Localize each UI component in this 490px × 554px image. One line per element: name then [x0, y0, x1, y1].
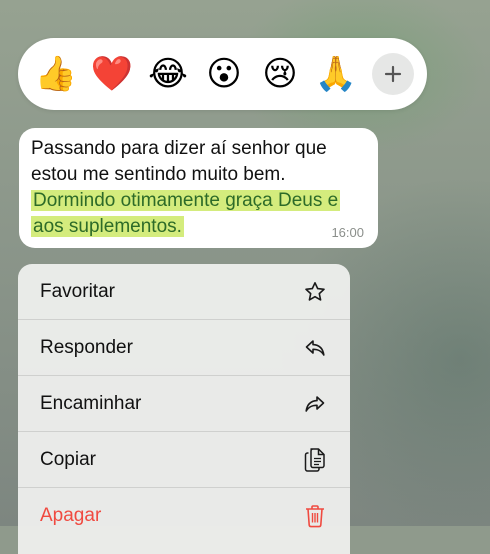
message-text-plain: Passando para dizer aí senhor que estou … — [31, 138, 327, 185]
reaction-heart[interactable]: ❤️ — [84, 46, 140, 102]
menu-item-apagar[interactable]: Apagar — [18, 488, 350, 544]
menu-item-label: Encaminhar — [40, 392, 142, 414]
reply-icon — [302, 335, 328, 361]
reaction-surprised[interactable]: 😮 — [196, 46, 252, 102]
message-bubble[interactable]: Passando para dizer aí senhor que estou … — [19, 128, 378, 248]
message-timestamp: 16:00 — [331, 225, 364, 240]
message-text: Passando para dizer aí senhor que estou … — [31, 136, 364, 240]
star-icon — [302, 279, 328, 305]
copy-icon — [302, 447, 328, 473]
context-menu: Favoritar Responder Encaminhar Copiar Ap… — [18, 264, 350, 554]
forward-icon — [302, 391, 328, 417]
add-reaction-button[interactable] — [372, 53, 414, 95]
plus-icon — [384, 65, 402, 83]
trash-icon — [302, 503, 328, 529]
reaction-laughing[interactable]: 😂 — [140, 46, 196, 102]
menu-item-label: Copiar — [40, 448, 96, 470]
menu-item-label: Apagar — [40, 505, 102, 526]
reaction-crying[interactable]: 😢 — [252, 46, 308, 102]
menu-item-responder[interactable]: Responder — [18, 320, 350, 376]
message-text-highlighted: Dormindo otimamente graça Deus e aos sup… — [31, 190, 341, 237]
reaction-thumbs-up[interactable]: 👍 — [28, 46, 84, 102]
reaction-bar: 👍 ❤️ 😂 😮 😢 🙏 — [18, 38, 427, 110]
menu-item-label: Favoritar — [40, 280, 115, 302]
menu-item-label: Responder — [40, 336, 133, 358]
menu-item-encaminhar[interactable]: Encaminhar — [18, 376, 350, 432]
menu-item-favoritar[interactable]: Favoritar — [18, 264, 350, 320]
menu-item-copiar[interactable]: Copiar — [18, 432, 350, 488]
reaction-praying[interactable]: 🙏 — [308, 46, 364, 102]
